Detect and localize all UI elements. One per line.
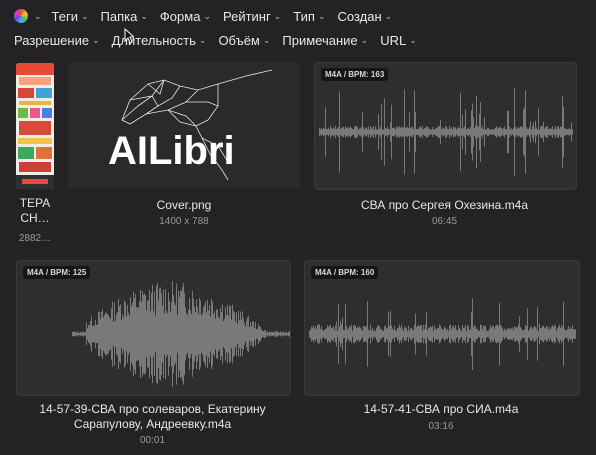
- format-badge: M4A / BPM: 163: [321, 68, 389, 81]
- filter-tags[interactable]: Теги ⌄: [52, 9, 89, 24]
- filter-note[interactable]: Примечание ⌄: [282, 33, 368, 48]
- chevron-down-icon: ⌄: [92, 34, 100, 45]
- asset-meta-1: 1400 x 788: [159, 216, 209, 227]
- filter-url[interactable]: URL ⌄: [380, 33, 417, 48]
- hummingbird-logo-icon: AILibri: [108, 69, 273, 181]
- asset-title-0: ТЕРА СН…: [19, 196, 51, 225]
- chevron-down-icon: ⌄: [273, 10, 282, 21]
- filter-created[interactable]: Создан ⌄: [337, 9, 392, 24]
- chevron-down-icon: ⌄: [360, 34, 369, 45]
- filter-type[interactable]: Тип ⌄: [293, 9, 325, 24]
- chevron-down-icon: ⌄: [203, 10, 211, 21]
- audio-waveform: [319, 88, 573, 176]
- chevron-down-icon: ⌄: [317, 10, 326, 21]
- format-badge: M4A / BPM: 125: [23, 266, 91, 279]
- filter-row-2: Разрешение ⌄ Длительность ⌄ Объём ⌄ Примеча…: [14, 30, 429, 50]
- asset-thumbnail-3[interactable]: M4A / BPM: 125: [16, 260, 291, 396]
- asset-meta-4: 03:16: [428, 421, 454, 432]
- asset-title-3: 14-57-39-СВА про солеваров, Екатерину Са…: [39, 402, 266, 431]
- chevron-down-icon: ⌄: [262, 34, 271, 45]
- filter-color[interactable]: ⌄: [14, 9, 42, 23]
- filter-shape[interactable]: Форма ⌄: [160, 9, 211, 24]
- asset-title-2: СВА про Сергея Охезина.m4a: [360, 198, 529, 212]
- asset-thumbnail-1[interactable]: AILibri: [68, 62, 300, 189]
- asset-thumbnail-0[interactable]: [16, 63, 54, 189]
- chevron-down-icon: ⌄: [409, 34, 417, 45]
- image-thumbnail-0: [16, 63, 54, 189]
- filter-folder[interactable]: Папка ⌄: [101, 9, 148, 24]
- asset-meta-2: 06:45: [431, 216, 458, 227]
- chevron-down-icon: ⌄: [140, 10, 148, 21]
- filter-rating[interactable]: Рейтинг ⌄: [223, 9, 281, 24]
- filter-row-1: ⌄ Теги ⌄ Папка ⌄ Форма ⌄ Рейтинг ⌄ Тип ⌄ Созд…: [14, 6, 404, 26]
- audio-waveform: [72, 281, 290, 387]
- filter-size[interactable]: Объём ⌄: [218, 33, 270, 48]
- asset-thumbnail-2[interactable]: M4A / BPM: 163: [314, 62, 577, 190]
- asset-meta-3: 00:01: [139, 435, 166, 446]
- chevron-down-icon: ⌄: [198, 34, 207, 45]
- chevron-down-icon: ⌄: [81, 10, 89, 21]
- color-wheel-icon: [14, 9, 28, 23]
- asset-meta-0: 2882…: [18, 233, 52, 244]
- asset-title-4: 14-57-41-СВА про СИА.m4a: [363, 402, 519, 416]
- chevron-down-icon: ⌄: [384, 10, 393, 21]
- mouse-cursor-icon: [124, 28, 134, 44]
- filter-resolution[interactable]: Разрешение ⌄: [14, 33, 100, 48]
- filter-bar: ⌄ Теги ⌄ Папка ⌄ Форма ⌄ Рейтинг ⌄ Тип ⌄ Созд…: [0, 0, 596, 58]
- logo-text: AILibri: [108, 129, 235, 173]
- chevron-down-icon: ⌄: [34, 10, 42, 21]
- asset-thumbnail-4[interactable]: M4A / BPM: 160: [304, 260, 580, 396]
- format-badge: M4A / BPM: 160: [311, 266, 379, 279]
- audio-waveform: [309, 298, 576, 370]
- asset-title-1: Cover.png: [156, 198, 212, 212]
